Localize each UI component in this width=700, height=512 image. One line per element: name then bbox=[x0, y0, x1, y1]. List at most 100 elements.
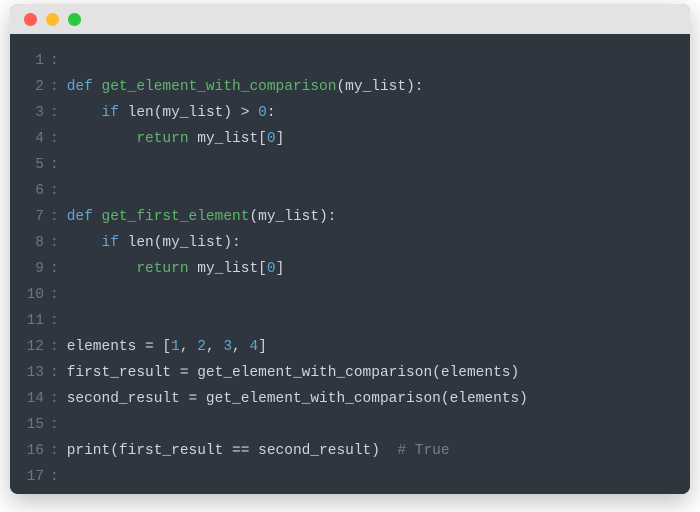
code-content[interactable]: second_result = get_element_with_compari… bbox=[67, 386, 672, 412]
code-line[interactable]: 12:elements = [1, 2, 3, 4] bbox=[10, 334, 690, 360]
token: if bbox=[102, 235, 128, 251]
gutter-separator: : bbox=[50, 48, 67, 74]
token: 0 bbox=[258, 105, 267, 121]
code-editor[interactable]: 1:2:def get_element_with_comparison(my_l… bbox=[10, 34, 690, 494]
code-content[interactable]: def get_element_with_comparison(my_list)… bbox=[67, 74, 672, 100]
line-number: 4 bbox=[10, 126, 50, 152]
token: return bbox=[136, 131, 197, 147]
line-number: 5 bbox=[10, 152, 50, 178]
token: 4 bbox=[249, 339, 258, 355]
token: elements = [ bbox=[67, 339, 171, 355]
token: my_list[ bbox=[197, 131, 267, 147]
code-content[interactable] bbox=[67, 178, 672, 204]
close-icon[interactable] bbox=[24, 13, 37, 26]
code-content[interactable] bbox=[67, 152, 672, 178]
code-line[interactable]: 10: bbox=[10, 282, 690, 308]
token: , bbox=[180, 339, 197, 355]
line-number: 7 bbox=[10, 204, 50, 230]
token: get_first_element bbox=[102, 209, 250, 225]
token: (my_list): bbox=[249, 209, 336, 225]
line-number: 3 bbox=[10, 100, 50, 126]
token: : bbox=[267, 105, 276, 121]
line-number: 16 bbox=[10, 438, 50, 464]
gutter-separator: : bbox=[50, 308, 67, 334]
token: 0 bbox=[267, 131, 276, 147]
gutter-separator: : bbox=[50, 386, 67, 412]
code-content[interactable]: print(first_result == second_result) # T… bbox=[67, 438, 672, 464]
gutter-separator: : bbox=[50, 230, 67, 256]
code-line[interactable]: 17: bbox=[10, 464, 690, 490]
token: , bbox=[206, 339, 223, 355]
code-line[interactable]: 8: if len(my_list): bbox=[10, 230, 690, 256]
token bbox=[67, 105, 102, 121]
gutter-separator: : bbox=[50, 256, 67, 282]
token: if bbox=[102, 105, 128, 121]
code-content[interactable] bbox=[67, 282, 672, 308]
code-content[interactable]: first_result = get_element_with_comparis… bbox=[67, 360, 672, 386]
gutter-separator: : bbox=[50, 360, 67, 386]
token: second_result = get_element_with_compari… bbox=[67, 391, 528, 407]
line-number: 10 bbox=[10, 282, 50, 308]
code-line[interactable]: 1: bbox=[10, 48, 690, 74]
token: first_result = get_element_with_comparis… bbox=[67, 365, 519, 381]
code-content[interactable] bbox=[67, 412, 672, 438]
maximize-icon[interactable] bbox=[68, 13, 81, 26]
code-line[interactable]: 2:def get_element_with_comparison(my_lis… bbox=[10, 74, 690, 100]
line-number: 12 bbox=[10, 334, 50, 360]
token: len(my_list): bbox=[128, 235, 241, 251]
code-line[interactable]: 16:print(first_result == second_result) … bbox=[10, 438, 690, 464]
gutter-separator: : bbox=[50, 438, 67, 464]
token: 0 bbox=[267, 261, 276, 277]
code-line[interactable]: 14:second_result = get_element_with_comp… bbox=[10, 386, 690, 412]
code-line[interactable]: 13:first_result = get_element_with_compa… bbox=[10, 360, 690, 386]
token: 3 bbox=[223, 339, 232, 355]
line-number: 15 bbox=[10, 412, 50, 438]
gutter-separator: : bbox=[50, 100, 67, 126]
token: # True bbox=[397, 443, 449, 459]
token: my_list[ bbox=[197, 261, 267, 277]
line-number: 8 bbox=[10, 230, 50, 256]
gutter-separator: : bbox=[50, 334, 67, 360]
line-number: 17 bbox=[10, 464, 50, 490]
line-number: 14 bbox=[10, 386, 50, 412]
gutter-separator: : bbox=[50, 152, 67, 178]
code-line[interactable]: 3: if len(my_list) > 0: bbox=[10, 100, 690, 126]
code-content[interactable] bbox=[67, 48, 672, 74]
token: ] bbox=[276, 261, 285, 277]
token: get_element_with_comparison bbox=[102, 79, 337, 95]
code-line[interactable]: 11: bbox=[10, 308, 690, 334]
gutter-separator: : bbox=[50, 178, 67, 204]
code-content[interactable]: return my_list[0] bbox=[67, 126, 672, 152]
gutter-separator: : bbox=[50, 464, 67, 490]
gutter-separator: : bbox=[50, 126, 67, 152]
code-line[interactable]: 7:def get_first_element(my_list): bbox=[10, 204, 690, 230]
gutter-separator: : bbox=[50, 204, 67, 230]
token: (my_list): bbox=[336, 79, 423, 95]
code-line[interactable]: 15: bbox=[10, 412, 690, 438]
token: ] bbox=[258, 339, 267, 355]
line-number: 1 bbox=[10, 48, 50, 74]
code-content[interactable]: return my_list[0] bbox=[67, 256, 672, 282]
code-line[interactable]: 5: bbox=[10, 152, 690, 178]
token bbox=[67, 235, 102, 251]
code-content[interactable]: def get_first_element(my_list): bbox=[67, 204, 672, 230]
code-content[interactable]: elements = [1, 2, 3, 4] bbox=[67, 334, 672, 360]
code-content[interactable]: if len(my_list) > 0: bbox=[67, 100, 672, 126]
code-line[interactable]: 4: return my_list[0] bbox=[10, 126, 690, 152]
code-content[interactable] bbox=[67, 308, 672, 334]
gutter-separator: : bbox=[50, 412, 67, 438]
code-content[interactable]: if len(my_list): bbox=[67, 230, 672, 256]
line-number: 6 bbox=[10, 178, 50, 204]
token: ] bbox=[276, 131, 285, 147]
code-line[interactable]: 6: bbox=[10, 178, 690, 204]
line-number: 13 bbox=[10, 360, 50, 386]
minimize-icon[interactable] bbox=[46, 13, 59, 26]
token: 1 bbox=[171, 339, 180, 355]
gutter-separator: : bbox=[50, 74, 67, 100]
gutter-separator: : bbox=[50, 282, 67, 308]
token bbox=[67, 131, 137, 147]
code-line[interactable]: 9: return my_list[0] bbox=[10, 256, 690, 282]
code-window: 1:2:def get_element_with_comparison(my_l… bbox=[10, 4, 690, 494]
code-content[interactable] bbox=[67, 464, 672, 490]
token: , bbox=[232, 339, 249, 355]
